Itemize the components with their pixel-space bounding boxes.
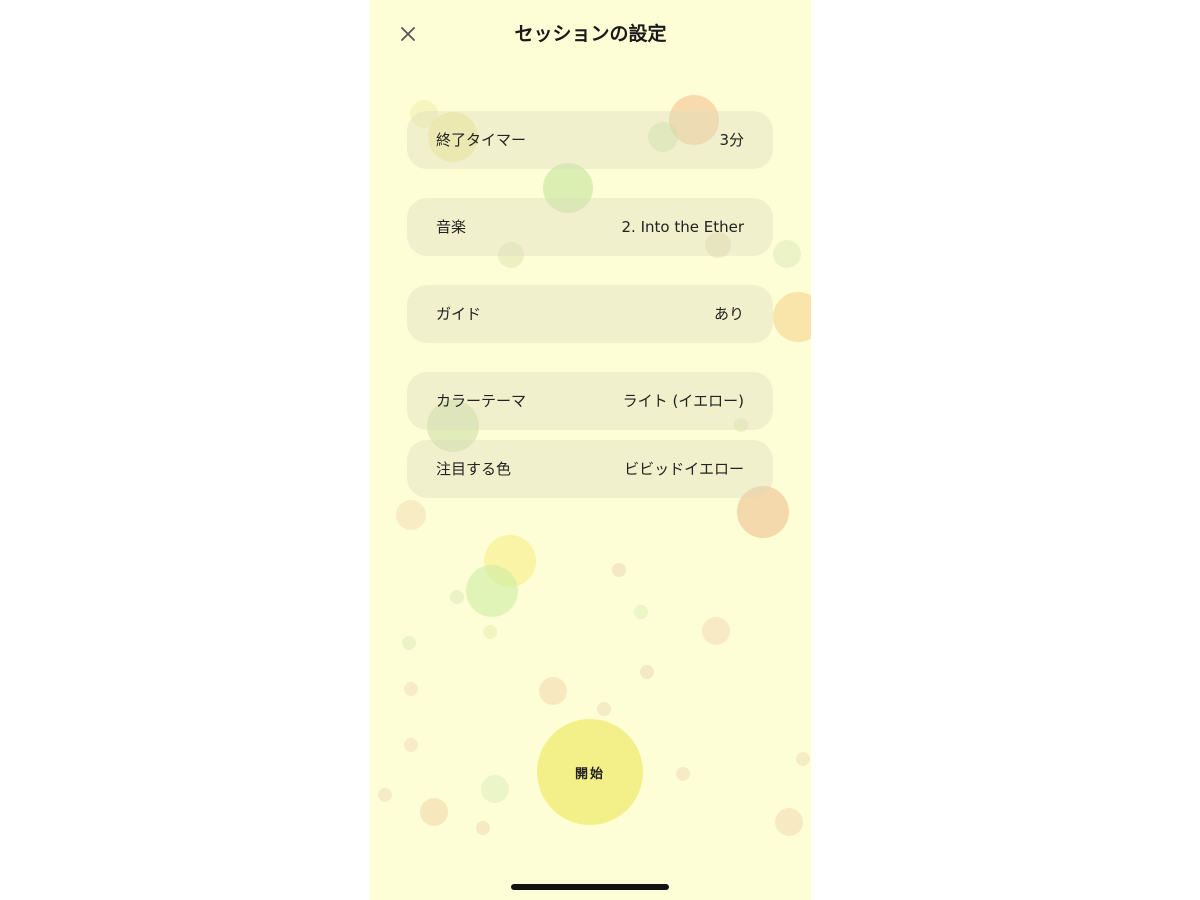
start-button-label: 開始 — [574, 766, 605, 782]
setting-label: 注目する色 — [436, 460, 512, 478]
app-screen: セッションの設定 終了タイマー 3分 音楽 2. Into the Ether … — [370, 0, 811, 900]
setting-label: 終了タイマー — [436, 131, 527, 149]
setting-value: ライト (イエロー) — [622, 392, 744, 410]
setting-row-end-timer[interactable]: 終了タイマー 3分 — [407, 111, 773, 169]
setting-row-focus-color[interactable]: 注目する色 ビビッドイエロー — [407, 440, 773, 498]
setting-value: あり — [713, 305, 744, 323]
setting-row-color-theme[interactable]: カラーテーマ ライト (イエロー) — [407, 372, 773, 430]
setting-label: 音楽 — [436, 218, 467, 236]
start-button[interactable]: 開始 — [537, 719, 643, 825]
setting-value: ビビッドイエロー — [624, 460, 744, 478]
header: セッションの設定 — [370, 0, 811, 70]
setting-value: 2. Into the Ether — [621, 218, 744, 236]
home-indicator — [511, 884, 669, 890]
setting-label: カラーテーマ — [436, 392, 527, 410]
setting-row-music[interactable]: 音楽 2. Into the Ether — [407, 198, 773, 256]
setting-row-guide[interactable]: ガイド あり — [407, 285, 773, 343]
page-title: セッションの設定 — [514, 23, 667, 45]
setting-value: 3分 — [719, 131, 744, 149]
setting-label: ガイド — [436, 305, 482, 323]
